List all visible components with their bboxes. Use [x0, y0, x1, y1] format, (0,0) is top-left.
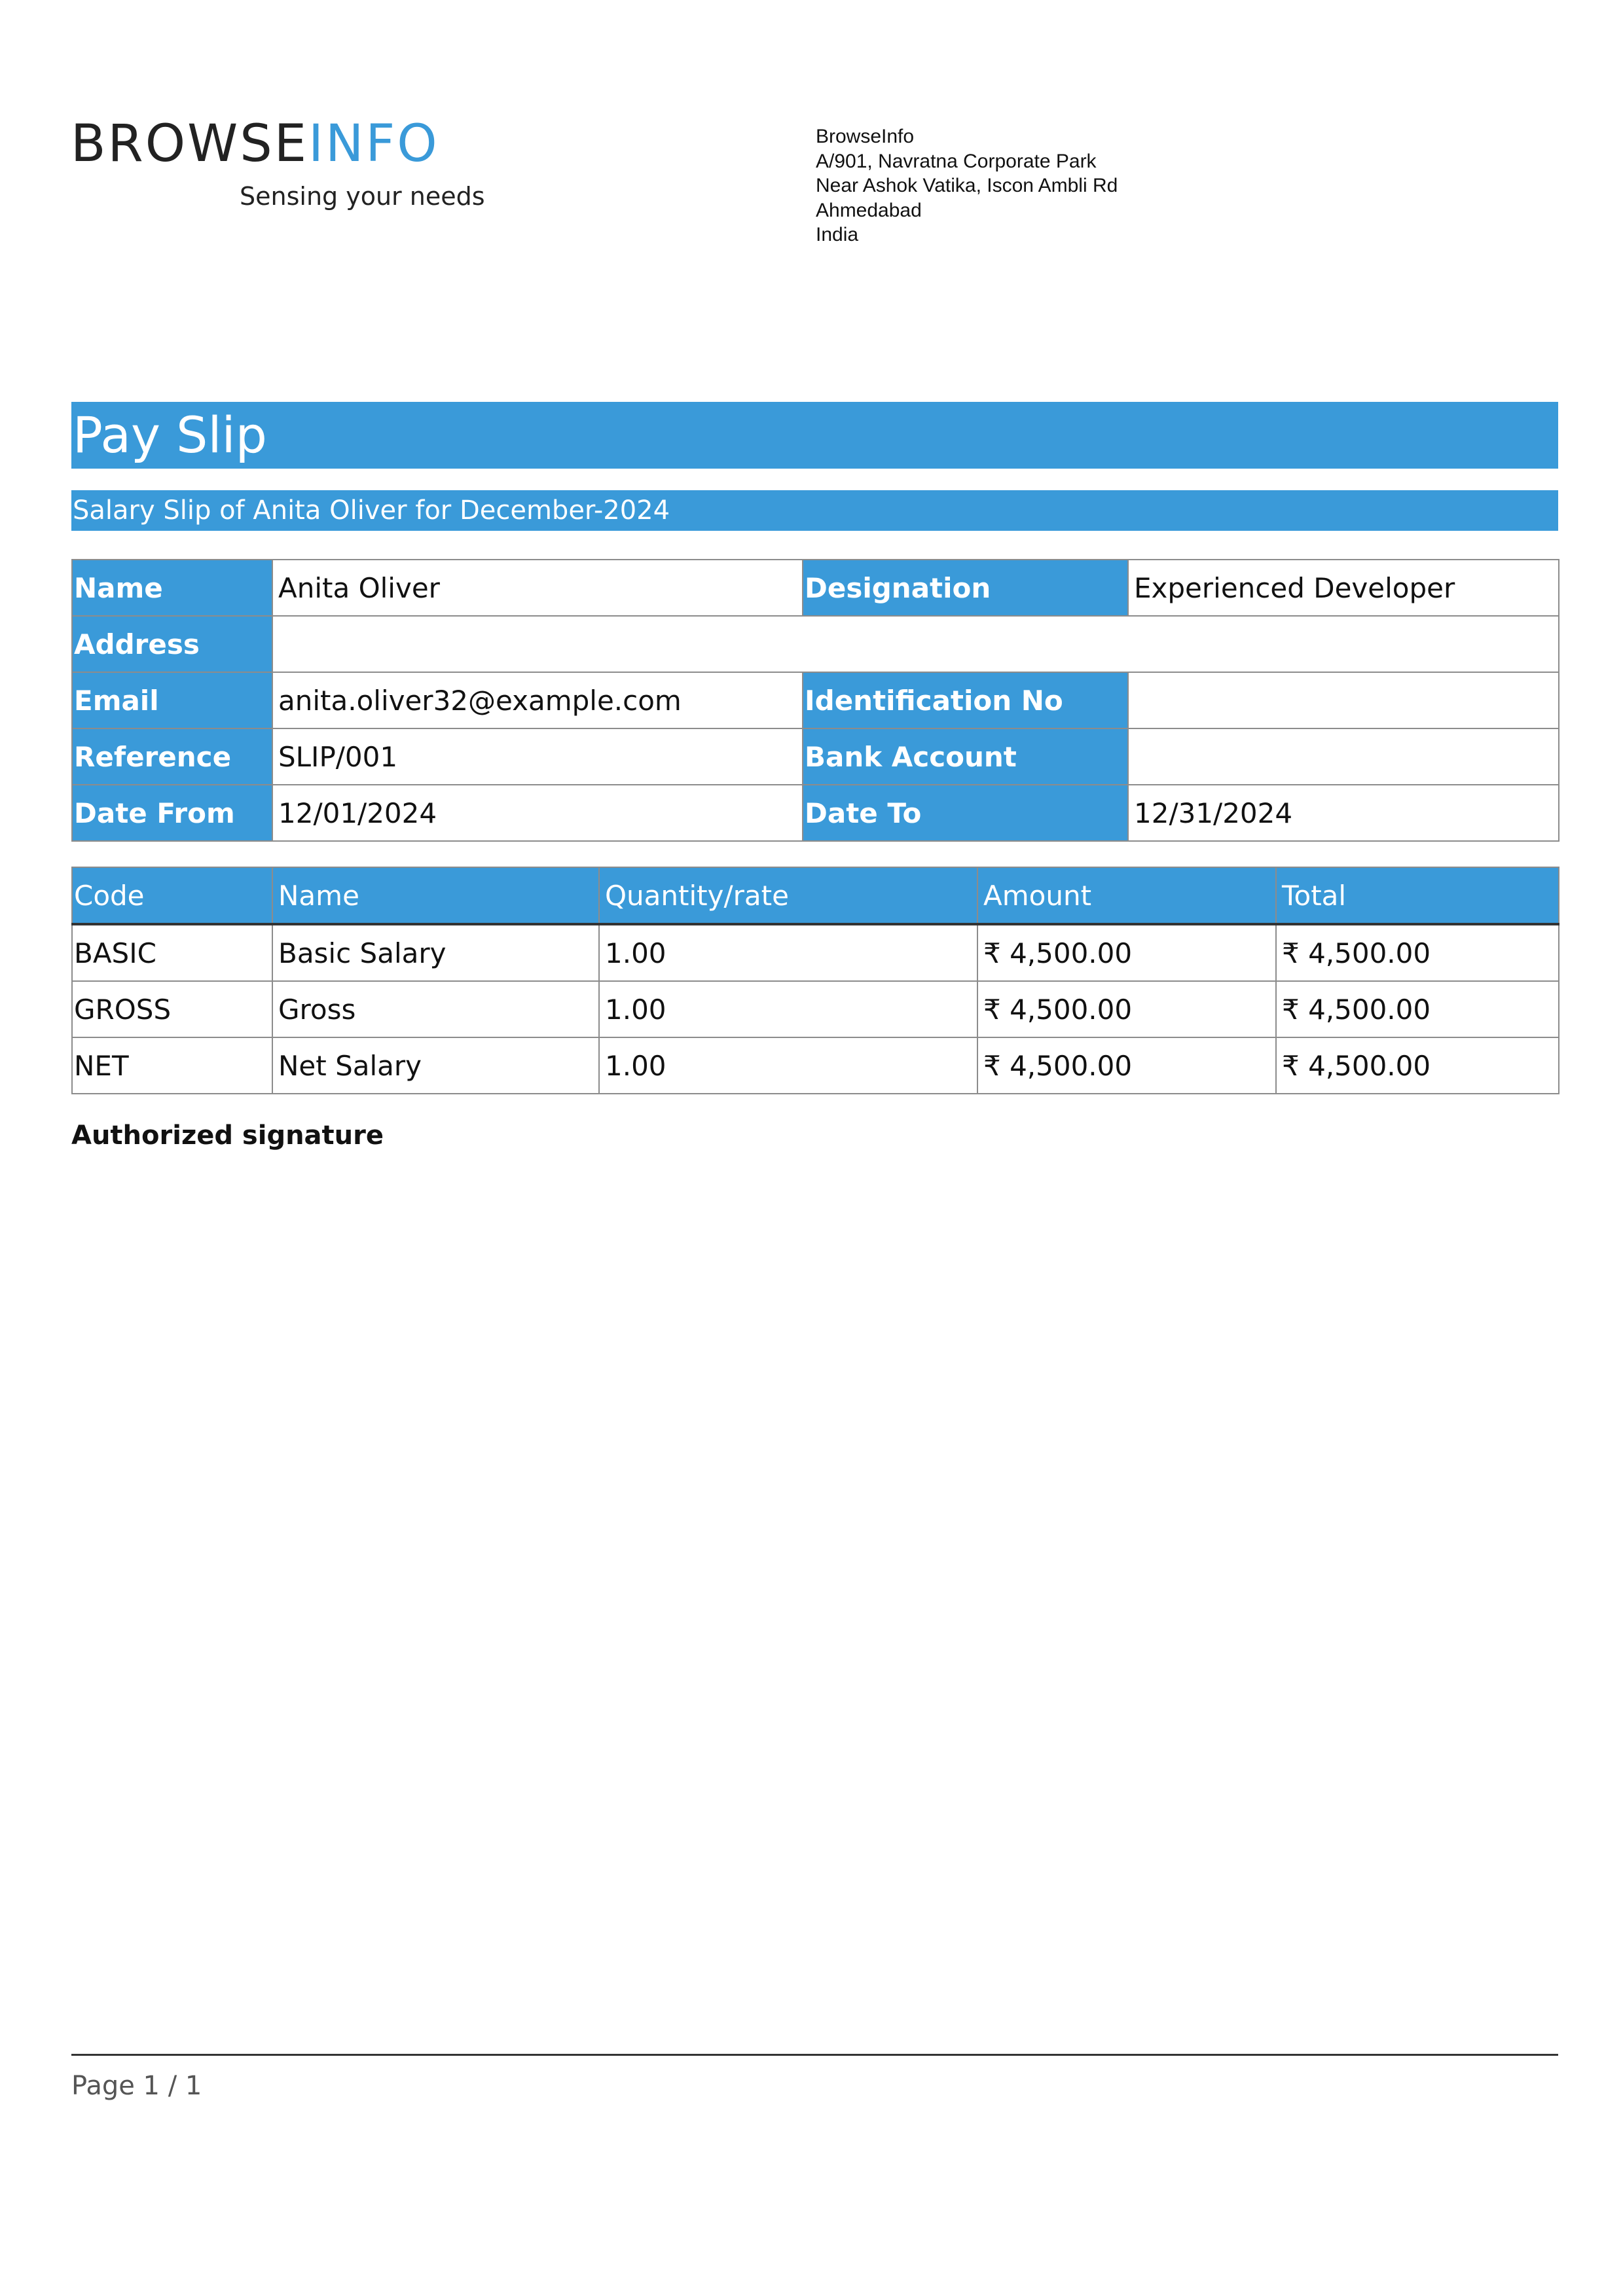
reference-label: Reference: [71, 728, 273, 785]
line-quantity: 1.00: [598, 980, 978, 1038]
identification-label: Identification No: [802, 672, 1129, 729]
line-name: Net Salary: [272, 1037, 600, 1094]
line-total: ₹ 4,500.00: [1275, 980, 1559, 1038]
page-number: Page 1 / 1: [71, 2071, 202, 2101]
info-row-address: Address: [71, 615, 1559, 673]
designation-label: Designation: [802, 559, 1129, 617]
date-from-label: Date From: [71, 784, 273, 842]
info-row-email: Email anita.oliver32@example.com Identif…: [71, 672, 1559, 729]
company-address: BrowseInfo A/901, Navratna Corporate Par…: [816, 124, 1118, 247]
line-amount: ₹ 4,500.00: [977, 980, 1277, 1038]
company-name: BrowseInfo: [816, 126, 915, 147]
name-value: Anita Oliver: [272, 559, 803, 617]
line-quantity: 1.00: [598, 924, 978, 982]
info-row-dates: Date From 12/01/2024 Date To 12/31/2024: [71, 784, 1559, 842]
page-subtitle: Salary Slip of Anita Oliver for December…: [71, 490, 1558, 531]
info-row-reference: Reference SLIP/001 Bank Account: [71, 728, 1559, 785]
bank-account-label: Bank Account: [802, 728, 1129, 785]
bank-account-value: [1127, 728, 1559, 785]
company-country: India: [816, 224, 859, 245]
date-from-value: 12/01/2024: [272, 784, 803, 842]
line-code: BASIC: [71, 924, 273, 982]
company-address-line2: Near Ashok Vatika, Iscon Ambli Rd: [816, 175, 1118, 196]
name-label: Name: [71, 559, 273, 617]
date-to-value: 12/31/2024: [1127, 784, 1559, 842]
reference-value: SLIP/001: [272, 728, 803, 785]
line-total: ₹ 4,500.00: [1275, 924, 1559, 982]
email-label: Email: [71, 672, 273, 729]
line-amount: ₹ 4,500.00: [977, 924, 1277, 982]
date-to-label: Date To: [802, 784, 1129, 842]
footer-divider: [71, 2054, 1558, 2056]
line-name: Gross: [272, 980, 600, 1038]
line-code: GROSS: [71, 980, 273, 1038]
address-value: [272, 615, 1559, 673]
column-header-total: Total: [1275, 867, 1559, 925]
table-row: BASIC Basic Salary 1.00 ₹ 4,500.00 ₹ 4,5…: [71, 924, 1559, 982]
logo-wordmark: BROWSEINFO: [71, 117, 450, 171]
column-header-code: Code: [71, 867, 273, 925]
company-address-line1: A/901, Navratna Corporate Park: [816, 150, 1097, 172]
logo-tagline: Sensing your needs: [240, 182, 485, 211]
line-amount: ₹ 4,500.00: [977, 1037, 1277, 1094]
column-header-amount: Amount: [977, 867, 1277, 925]
address-label: Address: [71, 615, 273, 673]
table-row: NET Net Salary 1.00 ₹ 4,500.00 ₹ 4,500.0…: [71, 1037, 1559, 1094]
line-code: NET: [71, 1037, 273, 1094]
designation-value: Experienced Developer: [1127, 559, 1559, 617]
logo-word-dark: BROWSE: [71, 115, 309, 173]
column-header-quantity-rate: Quantity/rate: [598, 867, 978, 925]
employee-info-table: Name Anita Oliver Designation Experience…: [71, 559, 1559, 842]
salary-lines-table: Code Name Quantity/rate Amount Total BAS…: [71, 867, 1559, 1094]
line-quantity: 1.00: [598, 1037, 978, 1094]
table-row: GROSS Gross 1.00 ₹ 4,500.00 ₹ 4,500.00: [71, 980, 1559, 1038]
logo-word-blue: INFO: [308, 115, 439, 173]
lines-header-row: Code Name Quantity/rate Amount Total: [71, 867, 1559, 925]
authorized-signature-label: Authorized signature: [71, 1121, 384, 1151]
info-row-name: Name Anita Oliver Designation Experience…: [71, 559, 1559, 617]
line-name: Basic Salary: [272, 924, 600, 982]
column-header-name: Name: [272, 867, 600, 925]
company-logo: BROWSEINFO Sensing your needs: [71, 117, 485, 221]
email-value: anita.oliver32@example.com: [272, 672, 803, 729]
company-city: Ahmedabad: [816, 199, 922, 221]
identification-value: [1127, 672, 1559, 729]
line-total: ₹ 4,500.00: [1275, 1037, 1559, 1094]
page-title: Pay Slip: [71, 402, 1558, 469]
